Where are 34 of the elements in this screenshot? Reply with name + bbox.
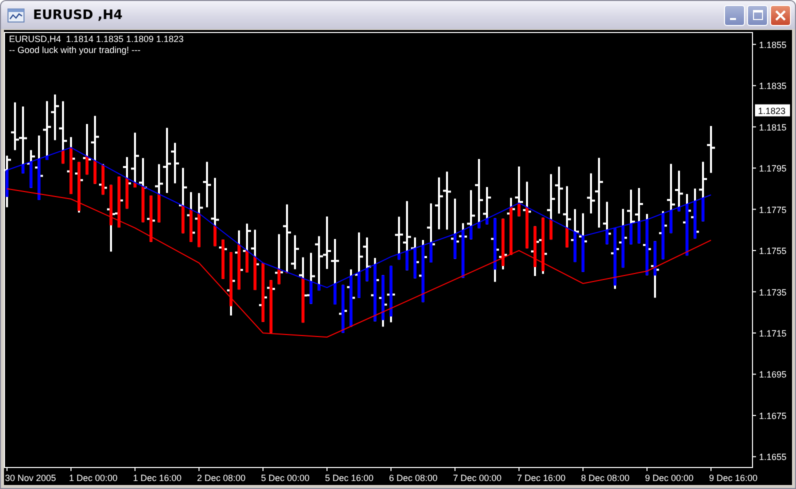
maximize-button[interactable]: [747, 4, 768, 26]
minimize-button[interactable]: [724, 4, 745, 26]
maximize-icon: [752, 10, 762, 20]
time-axis-label: 30 Nov 2005: [5, 473, 56, 483]
time-axis-label: 7 Dec 16:00: [517, 473, 566, 483]
time-axis-label: 6 Dec 08:00: [389, 473, 438, 483]
current-price-label: 1.1823: [755, 104, 790, 116]
price-axis-label: 1.1815: [759, 122, 787, 132]
comment-text: -- Good luck with your trading! ---: [9, 45, 142, 56]
price-axis-label: 1.1835: [759, 81, 787, 92]
time-axis-label: 1 Dec 00:00: [69, 473, 118, 483]
time-axis-label: 5 Dec 16:00: [325, 473, 374, 483]
chart-window-icon: [7, 7, 25, 23]
price-axis-label: 1.1795: [759, 164, 787, 174]
price-axis-label: 1.1675: [759, 410, 787, 421]
time-axis-label: 1 Dec 16:00: [133, 473, 182, 483]
time-axis-label: 2 Dec 08:00: [197, 473, 246, 483]
minimize-icon: [730, 18, 736, 20]
time-axis-label: 9 Dec 16:00: [709, 473, 758, 483]
window-title: EURUSD ,H4: [33, 8, 124, 22]
price-axis-label: 1.1855: [759, 40, 787, 50]
price-axis-label: 1.1655: [759, 452, 787, 462]
price-axis-label: 1.1715: [759, 328, 787, 338]
time-axis-label: 9 Dec 00:00: [645, 473, 694, 483]
time-axis-label: 8 Dec 08:00: [581, 473, 630, 483]
symbol-quote-text: EURUSD,H4 1.1814 1.1835 1.1809 1.1823: [9, 34, 184, 45]
close-button[interactable]: [770, 4, 791, 26]
price-axis-label: 1.1695: [759, 370, 787, 380]
close-icon: [775, 10, 786, 20]
time-axis-label: 7 Dec 00:00: [453, 473, 502, 483]
price-axis-label: 1.1775: [759, 204, 787, 215]
time-axis-label: 5 Dec 00:00: [261, 473, 310, 483]
price-axis-label: 1.1755: [759, 246, 787, 256]
price-axis-label: 1.1735: [759, 287, 787, 298]
